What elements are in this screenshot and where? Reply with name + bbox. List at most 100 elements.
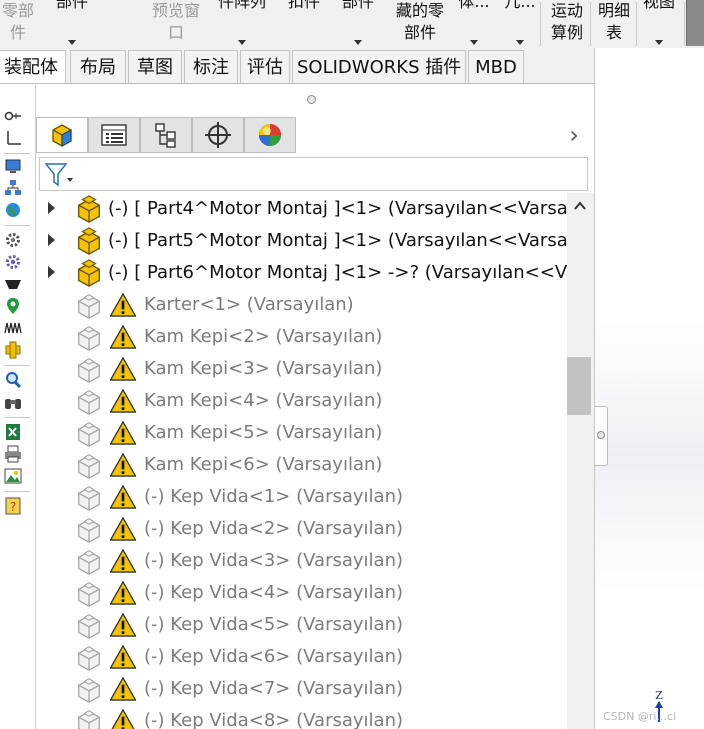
ribbon-button[interactable]: 部件 (334, 0, 382, 48)
warning-icon (109, 613, 137, 637)
ribbon-scroll-button[interactable] (686, 0, 704, 46)
tree-row[interactable]: (-) Kep Vida<2> (Varsayılan) (36, 513, 568, 545)
command-manager-tabs: 装配体 布局 草图 标注 评估 SOLIDWORKS 插件 MBD (0, 48, 594, 84)
location-pin-icon[interactable] (4, 297, 22, 315)
featuremanager-tab[interactable] (36, 117, 88, 153)
tab-3[interactable]: 草图 (128, 50, 182, 83)
tab-7[interactable]: MBD (468, 50, 524, 83)
tree-row[interactable]: Kam Kepi<4> (Varsayılan) (36, 385, 568, 417)
dropdown-arrow-icon[interactable] (68, 40, 76, 45)
ribbon-button[interactable]: 扣件 (282, 0, 326, 48)
expand-arrow-icon[interactable] (48, 266, 55, 278)
dropdown-arrow-icon[interactable] (470, 40, 478, 45)
dimxpertmanager-icon (205, 122, 231, 148)
tree-row[interactable]: Kam Kepi<5> (Varsayılan) (36, 417, 568, 449)
tree-row[interactable]: Karter<1> (Varsayılan) (36, 289, 568, 321)
tree-row[interactable]: Kam Kepi<3> (Varsayılan) (36, 353, 568, 385)
ribbon-button[interactable]: 体... (454, 0, 494, 48)
collapse-handle-grip[interactable] (597, 431, 605, 439)
image-export-icon[interactable] (4, 467, 22, 485)
excel-icon[interactable] (4, 423, 22, 441)
tree-item-label: (-) Kep Vida<2> (Varsayılan) (144, 518, 403, 539)
panel-splitter[interactable] (36, 85, 594, 115)
tree-row[interactable]: (-) [ Part5^Motor Montaj ]<1> (Varsayıla… (36, 225, 568, 257)
suppressed-part-icon (78, 710, 100, 729)
suppressed-part-icon (78, 486, 100, 511)
printer-icon[interactable] (4, 445, 22, 463)
dropdown-arrow-icon[interactable] (238, 40, 246, 45)
ribbon-button[interactable]: 明细表 (592, 0, 636, 48)
gear-icon[interactable] (4, 231, 22, 249)
featuremanager-tree-icon (52, 124, 72, 147)
tab-5[interactable]: 评估 (240, 50, 290, 83)
dropdown-arrow-icon[interactable] (516, 40, 524, 45)
tree-item-label: (-) [ Part4^Motor Montaj ]<1> (Varsayıla… (108, 198, 568, 219)
tree-row[interactable]: (-) Kep Vida<4> (Varsayılan) (36, 577, 568, 609)
filter-funnel-icon[interactable] (44, 162, 74, 188)
chevron-up-icon[interactable] (573, 199, 587, 213)
tree-row[interactable]: (-) Kep Vida<5> (Varsayılan) (36, 609, 568, 641)
ribbon-button[interactable]: 视图 (640, 0, 678, 48)
tree-row[interactable]: Kam Kepi<2> (Varsayılan) (36, 321, 568, 353)
ribbon-button-label-line2: 算例 (550, 23, 583, 42)
ribbon-separator (636, 2, 637, 46)
assembly-tree-icon[interactable] (4, 179, 22, 197)
tree-item-label: Kam Kepi<4> (Varsayılan) (144, 390, 383, 411)
warning-icon (109, 421, 137, 445)
scrollbar-thumb[interactable] (567, 357, 591, 415)
tree-row[interactable]: (-) Kep Vida<8> (Varsayılan) (36, 705, 568, 729)
propertymanager-tab[interactable] (88, 117, 140, 153)
ribbon-button[interactable]: 零部件 (0, 0, 36, 48)
monitor-icon[interactable] (4, 157, 22, 175)
splitter-grip[interactable] (307, 95, 316, 104)
mate-icon[interactable] (4, 107, 22, 125)
ribbon-button-label: 件阵列 (217, 0, 266, 11)
tree-row[interactable]: Kam Kepi<6> (Varsayılan) (36, 449, 568, 481)
globe-icon[interactable] (4, 201, 22, 219)
dropdown-arrow-icon[interactable] (655, 40, 663, 45)
tree-row[interactable]: (-) Kep Vida<7> (Varsayılan) (36, 673, 568, 705)
binoculars-icon[interactable] (4, 393, 22, 411)
dropdown-arrow-icon[interactable] (354, 40, 362, 45)
manager-tab-strip: › (36, 115, 594, 155)
tree-item-label: (-) Kep Vida<4> (Varsayılan) (144, 582, 403, 603)
ribbon-button[interactable]: 几... (500, 0, 540, 48)
tree-row[interactable]: (-) [ Part6^Motor Montaj ]<1> ->? (Varsa… (36, 257, 568, 289)
tree-filter-box[interactable] (39, 157, 588, 191)
panel-collapse-handle[interactable] (595, 406, 608, 466)
tree-scrollbar[interactable] (567, 193, 594, 729)
magnifier-icon[interactable] (4, 371, 22, 389)
ribbon-button[interactable]: 预览窗口 (140, 0, 212, 48)
reference-geometry-icon[interactable] (4, 129, 22, 147)
help-icon[interactable]: ? (4, 497, 22, 515)
warning-icon (109, 357, 137, 381)
ribbon-button[interactable]: 藏的零 部件 (390, 0, 450, 48)
dimxpertmanager-tab[interactable] (192, 117, 244, 153)
tree-item-label: (-) Kep Vida<6> (Varsayılan) (144, 646, 403, 667)
component-icon[interactable] (4, 341, 22, 359)
ribbon-button[interactable]: 运动 算例 (544, 0, 590, 48)
suppressed-part-icon (78, 326, 100, 351)
expand-arrow-icon[interactable] (48, 202, 55, 214)
configurationmanager-tab[interactable] (140, 117, 192, 153)
tree-row[interactable]: (-) Kep Vida<6> (Varsayılan) (36, 641, 568, 673)
ribbon-button[interactable]: 件阵列 (212, 0, 272, 48)
ribbon-button[interactable]: 部件 (48, 0, 96, 48)
tab-6[interactable]: SOLIDWORKS 插件 (292, 50, 466, 83)
tab-4[interactable]: 标注 (184, 50, 238, 83)
toolbar-separator (4, 225, 30, 226)
gear-purple-icon[interactable] (4, 253, 22, 271)
tree-item-label: Karter<1> (Varsayılan) (144, 294, 354, 315)
expand-arrow-icon[interactable] (48, 234, 55, 246)
chevron-right-icon[interactable]: › (562, 121, 586, 149)
suppressed-part-icon (78, 550, 100, 575)
tab-2[interactable]: 布局 (70, 50, 126, 83)
tree-row[interactable]: (-) Kep Vida<3> (Varsayılan) (36, 545, 568, 577)
displaymanager-tab[interactable] (244, 117, 296, 153)
tree-row[interactable]: (-) Kep Vida<1> (Varsayılan) (36, 481, 568, 513)
tab-1[interactable]: 装配体 (0, 50, 66, 83)
bowl-icon[interactable] (4, 275, 22, 293)
graphics-area[interactable]: Z CSDN @ri...ci (594, 48, 704, 729)
tree-row[interactable]: (-) [ Part4^Motor Montaj ]<1> (Varsayıla… (36, 193, 568, 225)
spring-icon[interactable] (4, 319, 22, 337)
